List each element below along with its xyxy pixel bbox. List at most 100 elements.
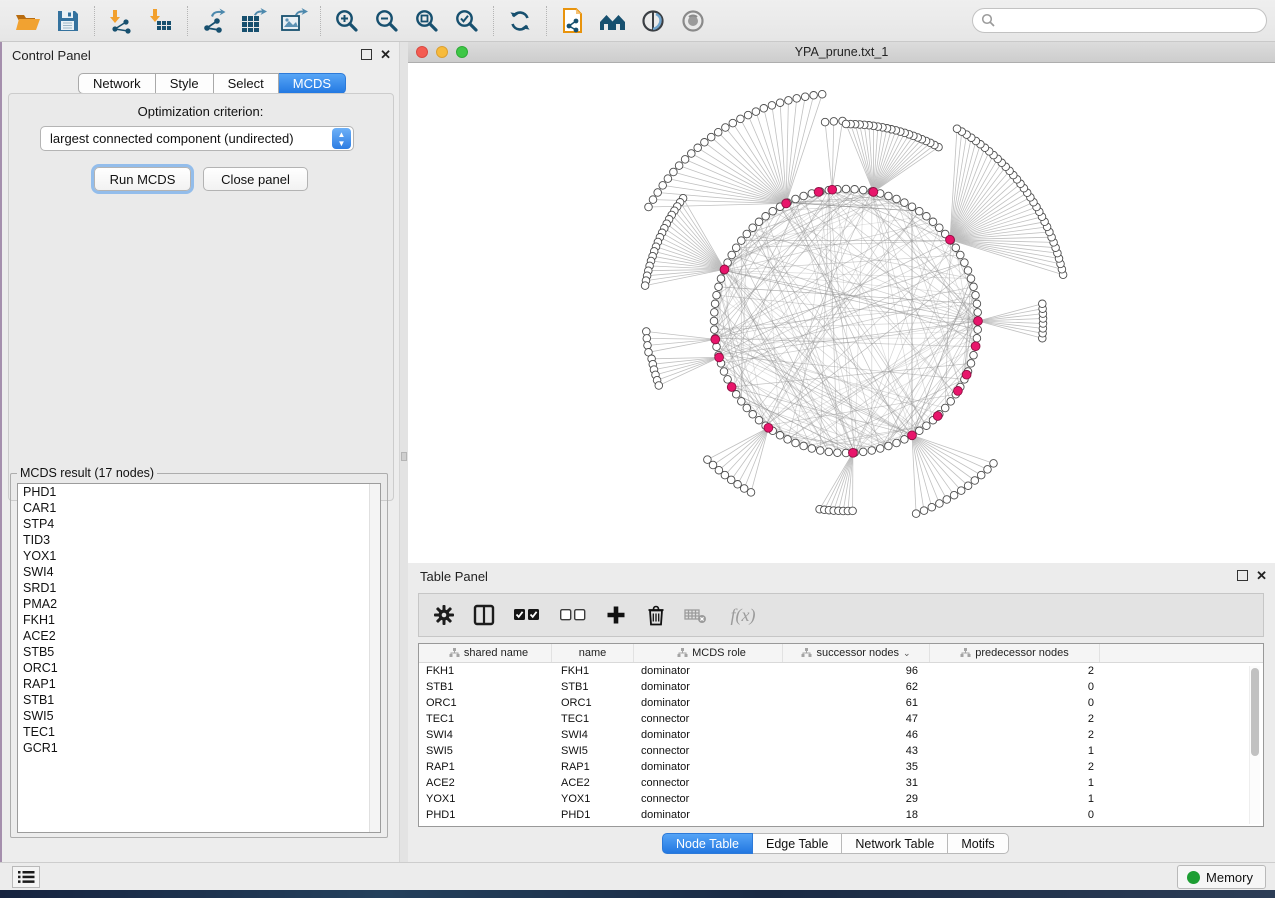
search-input[interactable] [996, 11, 1266, 31]
column-header-shared-name[interactable]: shared name [419, 644, 552, 662]
deselect-all-icon[interactable] [557, 600, 589, 630]
mcds-result-item[interactable]: PMA2 [18, 596, 380, 612]
network-window-titlebar[interactable]: YPA_prune.txt_1 [408, 42, 1275, 63]
mcds-result-item[interactable]: FKH1 [18, 612, 380, 628]
tab-motifs[interactable]: Motifs [948, 833, 1008, 854]
close-table-panel-icon[interactable]: ✕ [1256, 570, 1267, 581]
mcds-result-item[interactable]: PHD1 [18, 484, 380, 500]
table-row[interactable]: RAP1RAP1dominator352 [419, 759, 1263, 775]
tab-node-table[interactable]: Node Table [662, 833, 753, 854]
zoom-fit-icon[interactable] [407, 4, 447, 38]
table-row[interactable]: FKH1FKH1dominator962 [419, 663, 1263, 679]
task-history-button[interactable] [12, 866, 40, 888]
table-cell: dominator [634, 727, 783, 743]
table-row[interactable]: SWI4SWI4dominator462 [419, 727, 1263, 743]
mcds-result-item[interactable]: TEC1 [18, 724, 380, 740]
column-header-predecessor-nodes[interactable]: predecessor nodes [930, 644, 1100, 662]
open-file-icon[interactable] [8, 4, 48, 38]
table-cell: dominator [634, 807, 783, 823]
mcds-result-item[interactable]: CAR1 [18, 500, 380, 516]
zoom-selected-icon[interactable] [447, 4, 487, 38]
zoom-out-icon[interactable] [367, 4, 407, 38]
mcds-result-item[interactable]: TID3 [18, 532, 380, 548]
mcds-result-item[interactable]: SWI5 [18, 708, 380, 724]
import-table-icon[interactable] [141, 4, 181, 38]
memory-button[interactable]: Memory [1177, 865, 1266, 889]
export-table-icon[interactable] [234, 4, 274, 38]
splitter-grip[interactable] [401, 452, 407, 461]
mcds-result-item[interactable]: STB1 [18, 692, 380, 708]
node-table: shared name name MCDS role successor nod… [418, 643, 1264, 827]
tab-network[interactable]: Network [78, 73, 156, 94]
table-row[interactable]: ACE2ACE2connector311 [419, 775, 1263, 791]
save-session-icon[interactable] [48, 4, 88, 38]
tab-style[interactable]: Style [156, 73, 214, 94]
table-cell: ACE2 [552, 775, 634, 791]
mcds-result-item[interactable]: SRD1 [18, 580, 380, 596]
table-scrollbar-thumb[interactable] [1251, 668, 1259, 756]
table-toolbar: f(x) [418, 593, 1264, 637]
attribute-icon [677, 648, 688, 658]
import-network-icon[interactable] [101, 4, 141, 38]
float-panel-icon[interactable] [361, 49, 372, 60]
table-cell: connector [634, 743, 783, 759]
table-cell: dominator [634, 695, 783, 711]
combo-stepper-icon: ▲▼ [332, 128, 351, 149]
delete-table-icon[interactable] [683, 600, 709, 630]
mcds-result-item[interactable]: STP4 [18, 516, 380, 532]
column-header-mcds-role[interactable]: MCDS role [634, 644, 783, 662]
table-row[interactable]: YOX1YOX1connector291 [419, 791, 1263, 807]
mcds-result-item[interactable]: STB5 [18, 644, 380, 660]
function-builder-icon[interactable]: f(x) [723, 600, 763, 630]
tab-network-table[interactable]: Network Table [842, 833, 948, 854]
zoom-in-icon[interactable] [327, 4, 367, 38]
mcds-list-scrollbar[interactable] [369, 484, 380, 832]
hide-graphics-icon[interactable] [633, 4, 673, 38]
table-row[interactable]: TEC1TEC1connector472 [419, 711, 1263, 727]
mcds-result-item[interactable]: GCR1 [18, 740, 380, 756]
table-cell: PHD1 [419, 807, 552, 823]
mcds-result-list[interactable]: PHD1CAR1STP4TID3YOX1SWI4SRD1PMA2FKH1ACE2… [17, 483, 381, 833]
table-row[interactable]: SWI5SWI5connector431 [419, 743, 1263, 759]
add-column-icon[interactable] [603, 600, 629, 630]
search-box[interactable] [972, 8, 1267, 33]
column-header-name[interactable]: name [552, 644, 634, 662]
toolbar-separator [94, 6, 95, 36]
network-graph[interactable] [408, 63, 1275, 563]
mcds-result-item[interactable]: ACE2 [18, 628, 380, 644]
table-row[interactable]: ORC1ORC1dominator610 [419, 695, 1263, 711]
table-row[interactable]: STB1STB1dominator620 [419, 679, 1263, 695]
close-panel-button[interactable]: Close panel [203, 167, 308, 191]
mcds-result-item[interactable]: YOX1 [18, 548, 380, 564]
tab-edge-table[interactable]: Edge Table [753, 833, 842, 854]
mcds-result-item[interactable]: SWI4 [18, 564, 380, 580]
attribute-icon [449, 648, 460, 658]
optimization-criterion-select[interactable]: largest connected component (undirected)… [40, 126, 354, 151]
mcds-result-item[interactable]: ORC1 [18, 660, 380, 676]
network-from-file-icon[interactable] [553, 4, 593, 38]
table-settings-icon[interactable] [431, 600, 457, 630]
table-cell: RAP1 [552, 759, 634, 775]
column-header-successor-nodes[interactable]: successor nodes ⌄ [783, 644, 930, 662]
float-table-panel-icon[interactable] [1237, 570, 1248, 581]
table-cell: ORC1 [419, 695, 552, 711]
table-scrollbar[interactable] [1249, 666, 1260, 824]
table-row[interactable]: PHD1PHD1dominator180 [419, 807, 1263, 823]
select-all-icon[interactable] [511, 600, 543, 630]
show-graphics-icon[interactable] [673, 4, 713, 38]
tab-select[interactable]: Select [214, 73, 279, 94]
export-network-icon[interactable] [194, 4, 234, 38]
close-panel-icon[interactable]: ✕ [380, 49, 391, 60]
first-neighbors-icon[interactable] [593, 4, 633, 38]
run-mcds-button[interactable]: Run MCDS [94, 167, 191, 191]
table-cell: SWI4 [419, 727, 552, 743]
delete-column-icon[interactable] [643, 600, 669, 630]
network-canvas[interactable] [408, 63, 1275, 563]
vertical-splitter[interactable] [400, 42, 408, 862]
export-image-icon[interactable] [274, 4, 314, 38]
mcds-result-item[interactable]: RAP1 [18, 676, 380, 692]
search-icon [981, 13, 996, 28]
refresh-icon[interactable] [500, 4, 540, 38]
show-columns-icon[interactable] [471, 600, 497, 630]
tab-mcds[interactable]: MCDS [279, 73, 346, 94]
